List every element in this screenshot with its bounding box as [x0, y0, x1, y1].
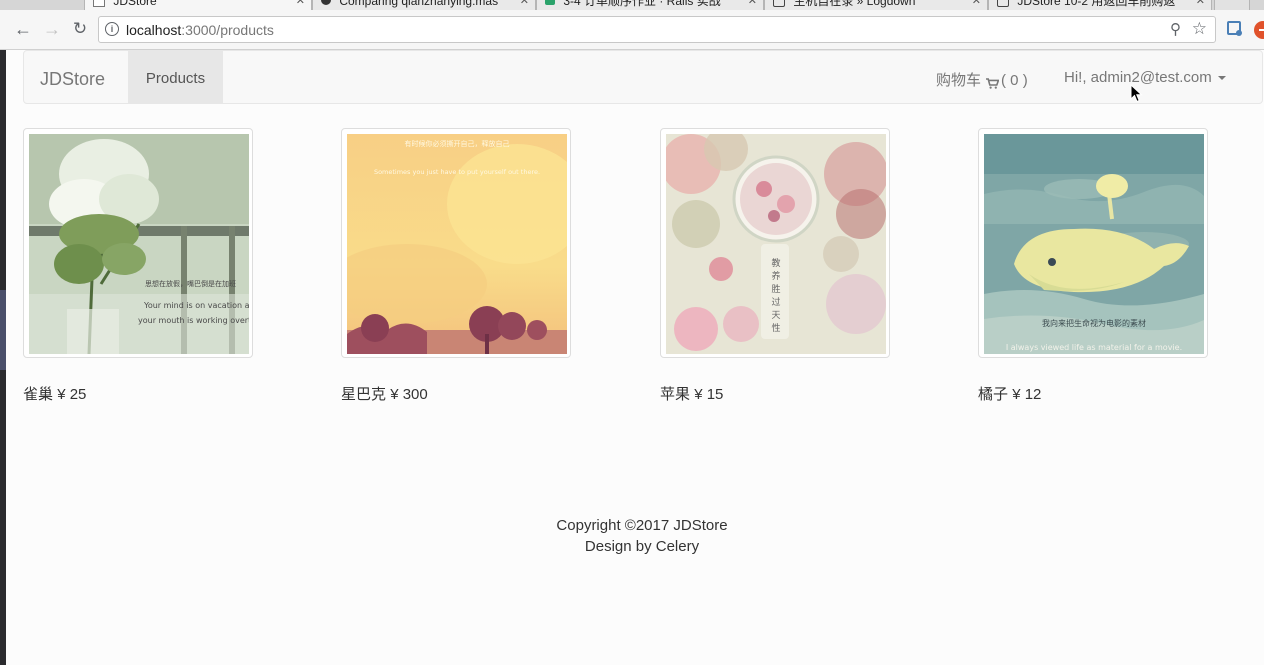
adblock-extension-icon[interactable] [1254, 21, 1264, 39]
logdown-icon [997, 0, 1009, 7]
mouse-cursor-icon [1130, 84, 1143, 103]
product-name: 雀巢 [23, 386, 54, 403]
close-tab-icon[interactable]: ✕ [296, 0, 305, 8]
image-caption-line1: Your mind is on vacation and [143, 301, 249, 310]
caret-down-icon [1217, 76, 1226, 81]
desktop-edge [0, 50, 6, 665]
browser-tab-strip: JDStore ✕ Comparing qianzhanying:mas ✕ 3… [0, 0, 1264, 10]
cart-link[interactable]: 购物车 ( 0 ) [936, 69, 1028, 90]
product-price: ¥ 15 [694, 386, 724, 403]
cart-label: 购物车 [936, 72, 982, 89]
browser-tab-jdstore[interactable]: JDStore ✕ [84, 0, 312, 10]
new-tab-button[interactable] [1214, 0, 1250, 10]
footer-copyright: Copyright ©2017 JDStore [556, 517, 728, 534]
product-image-sunset: 有时候你必须撕开自己，释放自己 Sometimes you just have … [347, 134, 567, 354]
footer-credit: Design by Celery [584, 538, 700, 555]
image-caption-cn: 我向来把生命视为电影的素材 [1042, 318, 1146, 328]
close-tab-icon[interactable]: ✕ [748, 0, 757, 8]
user-dropdown[interactable]: Hi!, admin2@test.com [1064, 69, 1226, 86]
browser-tab-rails[interactable]: 3-4 订单顺序作业 · Rails 实战 ✕ [536, 0, 764, 10]
cast-extension-icon[interactable] [1227, 21, 1242, 36]
browser-tab-jdstore-post[interactable]: JDStore 10-2 用返回车削购返 ✕ [988, 0, 1212, 10]
image-caption-cn: 思想在放假，嘴巴倒是在加班 [145, 279, 236, 288]
url-text: localhost:3000/products [126, 22, 274, 38]
close-tab-icon[interactable]: ✕ [520, 0, 529, 8]
browser-tab-github[interactable]: Comparing qianzhanying:mas ✕ [312, 0, 536, 10]
brand-link[interactable]: JDStore [40, 69, 105, 90]
product-caption[interactable]: 雀巢 ¥ 25 [23, 383, 86, 404]
logdown-icon [773, 0, 785, 7]
shopping-cart-icon [986, 76, 1000, 89]
product-image-whale: 我向来把生命视为电影的素材 I always viewed life as ma… [984, 134, 1204, 354]
product-name: 橘子 [978, 386, 1009, 403]
product-thumbnail[interactable]: 思想在放假，嘴巴倒是在加班 Your mind is on vacation a… [23, 128, 253, 358]
product-price: ¥ 12 [1012, 386, 1042, 403]
image-caption-en: Sometimes you just have to put yourself … [374, 168, 540, 176]
tab-title: JDStore [113, 0, 157, 8]
address-bar[interactable]: i localhost:3000/products ⚲ ☆ [98, 16, 1216, 43]
product-image-bokeh: 教 养 胜 过 天 性 [666, 134, 886, 354]
product-name: 苹果 [660, 386, 691, 403]
close-tab-icon[interactable]: ✕ [972, 0, 981, 8]
product-price: ¥ 300 [390, 386, 428, 403]
image-caption-char: 胜 [771, 284, 780, 295]
close-tab-icon[interactable]: ✕ [1196, 0, 1205, 8]
forward-arrow-icon[interactable]: → [41, 18, 63, 40]
image-caption-char: 性 [771, 322, 780, 334]
github-icon [321, 0, 331, 5]
zoom-icon[interactable]: ⚲ [1170, 20, 1181, 38]
nav-products-link[interactable]: Products [128, 51, 223, 104]
product-caption[interactable]: 星巴克 ¥ 300 [341, 383, 428, 404]
tab-title: Comparing qianzhanying:mas [339, 0, 499, 8]
tab-title: 生机自在录 » Logdown [793, 0, 916, 8]
product-price: ¥ 25 [57, 386, 87, 403]
tab-title: JDStore 10-2 用返回车削购返 [1017, 0, 1176, 8]
image-caption-en: I always viewed life as material for a m… [1006, 343, 1182, 352]
product-name: 星巴克 [341, 386, 387, 403]
reload-icon[interactable]: ↻ [69, 18, 91, 40]
page-icon [93, 0, 105, 7]
product-image-flowers: 思想在放假，嘴巴倒是在加班 Your mind is on vacation a… [29, 134, 249, 354]
bookmark-star-icon[interactable]: ☆ [1192, 19, 1207, 39]
cart-count: ( 0 ) [1001, 72, 1028, 89]
product-thumbnail[interactable]: 教 养 胜 过 天 性 [660, 128, 890, 358]
tab-title: 3-4 订单顺序作业 · Rails 实战 [563, 0, 721, 8]
product-thumbnail[interactable]: 有时候你必须撕开自己，释放自己 Sometimes you just have … [341, 128, 571, 358]
product-caption[interactable]: 橘子 ¥ 12 [978, 383, 1041, 404]
product-thumbnail[interactable]: 我向来把生命视为电影的素材 I always viewed life as ma… [978, 128, 1208, 358]
site-navbar: JDStore Products 购物车 ( 0 ) Hi!, admin2@te… [23, 50, 1263, 104]
info-icon[interactable]: i [105, 22, 119, 36]
page-footer: Copyright ©2017 JDStore Design by Celery [0, 515, 1264, 557]
image-caption-char: 养 [771, 270, 780, 282]
image-caption-line2: your mouth is working overtime. [138, 316, 249, 325]
rails-icon [545, 0, 555, 5]
browser-toolbar: ← → ↻ i localhost:3000/products ⚲ ☆ [0, 10, 1264, 50]
image-caption-char: 教 [771, 257, 780, 269]
image-caption-char: 过 [771, 296, 780, 308]
back-arrow-icon[interactable]: ← [12, 18, 34, 40]
image-caption-char: 天 [771, 311, 780, 321]
image-caption-cn: 有时候你必须撕开自己，释放自己 [405, 139, 510, 148]
product-caption[interactable]: 苹果 ¥ 15 [660, 383, 723, 404]
browser-tab-logdown[interactable]: 生机自在录 » Logdown ✕ [764, 0, 988, 10]
